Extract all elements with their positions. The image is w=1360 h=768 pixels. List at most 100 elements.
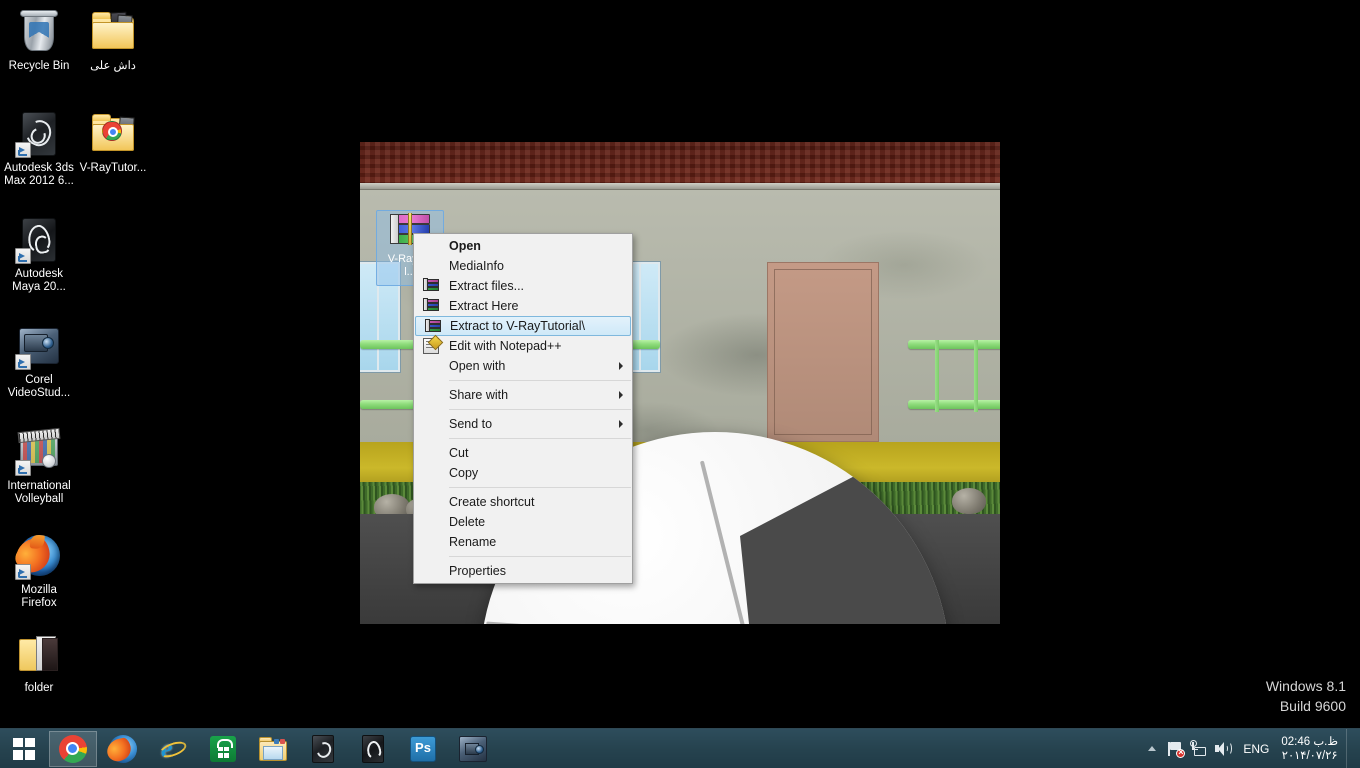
start-button[interactable] [0,729,48,768]
desktop-icon-dash-ali[interactable]: داش على [76,8,150,73]
menu-separator [449,487,631,488]
menu-item-properties[interactable]: Properties [414,561,632,581]
context-menu[interactable]: Open MediaInfo Extract files... Extract Her… [413,233,633,584]
chrome-icon [58,734,88,764]
language-indicator[interactable]: ENG [1235,742,1277,756]
shortcut-arrow-icon [15,564,31,580]
winrar-icon [425,319,442,335]
menu-item-delete[interactable]: Delete [414,512,632,532]
menu-item-copy[interactable]: Copy [414,463,632,483]
corel-icon [458,734,488,764]
taskbar-button-internet-explorer[interactable]: e [149,731,197,767]
menu-item-open-with[interactable]: Open with [414,356,632,376]
desktop-icon-label: Corel VideoStud... [7,374,71,399]
desktop-icon-international-volleyball[interactable]: International Volleyball [2,427,76,506]
taskbar-button-corel-videostudio[interactable] [449,731,497,767]
desktop-icon-recycle-bin[interactable]: Recycle Bin [2,8,76,73]
volume-icon[interactable] [1211,729,1235,768]
menu-item-extract-files[interactable]: Extract files... [414,276,632,296]
desktop-screen[interactable]: Recycle Bin داش على Autodesk 3ds Max 201… [0,0,1360,768]
menu-item-cut[interactable]: Cut [414,443,632,463]
taskbar-button-file-explorer[interactable] [249,731,297,767]
action-center-flag-icon[interactable] [1163,729,1187,768]
winrar-icon [423,298,440,314]
desktop-icon-label: Autodesk Maya 20... [12,268,66,293]
network-icon[interactable] [1187,729,1211,768]
desktop-icon-corel-videostudio[interactable]: Corel VideoStud... [2,322,76,400]
desktop-icon-3ds-max[interactable]: Autodesk 3ds Max 2012 6... [2,110,76,188]
menu-item-label: Delete [449,515,486,529]
menu-item-label: Extract Here [449,299,519,313]
render-rail-post [935,340,939,412]
taskbar-clock[interactable]: 02:46 ظ.ب ۲۰۱۴/۰۷/۲۶ [1277,735,1346,763]
menu-item-rename[interactable]: Rename [414,532,632,552]
show-hidden-icons-chevron-icon[interactable] [1141,729,1163,768]
desktop-icon-maya[interactable]: Autodesk Maya 20... [2,216,76,294]
menu-separator [449,380,631,381]
shortcut-arrow-icon [15,460,31,476]
menu-item-extract-here[interactable]: Extract Here [414,296,632,316]
menu-item-label: Copy [449,466,479,480]
clock-date: ۲۰۱۴/۰۷/۲۶ [1281,749,1338,762]
firefox-icon [104,734,137,763]
submenu-arrow-icon [619,391,623,399]
watermark-line-1: Windows 8.1 [1265,678,1346,694]
firefox-icon [11,532,63,580]
store-icon [208,734,238,764]
shortcut-arrow-icon [15,248,31,264]
taskbar-button-store[interactable] [199,731,247,767]
taskbar[interactable]: e Ps × ENG 02:46 ظ.ب ۲۰۱۴/۰۷/۲۶ [0,728,1360,768]
menu-item-label: Edit with Notepad++ [449,339,562,353]
menu-item-create-shortcut[interactable]: Create shortcut [414,492,632,512]
render-rock [952,488,986,514]
desktop-icon-vray-tutorial[interactable]: V-RayTutor... [76,110,150,175]
render-rail-post [974,340,978,412]
show-desktop-button[interactable] [1346,728,1354,768]
taskbar-button-maya[interactable] [349,731,397,767]
3ds-max-icon [308,734,338,764]
menu-item-label: Open [449,239,481,253]
menu-item-label: Open with [449,359,506,373]
desktop-icon-folder[interactable]: folder [2,630,76,695]
menu-item-label: Extract files... [449,279,525,293]
menu-item-extract-to-v-raytutorial[interactable]: Extract to V-RayTutorial\ [415,316,631,336]
menu-separator [449,556,631,557]
menu-item-label: MediaInfo [449,259,504,273]
volleyball-icon [15,427,63,476]
recycle-bin-icon [15,8,63,56]
menu-item-label: Create shortcut [449,495,535,509]
render-roof-edge [360,183,1000,190]
menu-item-label: Properties [449,564,506,578]
submenu-arrow-icon [619,362,623,370]
render-railing [908,400,1000,409]
desktop-icon-label: V-RayTutor... [79,162,147,174]
taskbar-button-chrome[interactable] [49,730,97,767]
corel-icon [15,322,63,370]
3ds-max-icon [15,110,63,158]
maya-icon [358,734,388,764]
winrar-icon [423,278,440,294]
menu-item-mediainfo[interactable]: MediaInfo [414,256,632,276]
menu-item-label: Share with [449,388,509,402]
folder-chrome-icon [89,110,137,158]
menu-item-edit-with-notepad[interactable]: Edit with Notepad++ [414,336,632,356]
desktop-icon-label: Mozilla Firefox [21,584,57,609]
menu-item-label: Rename [449,535,497,549]
ie-icon: e [157,734,189,764]
menu-item-send-to[interactable]: Send to [414,414,632,434]
open-folder-icon [15,630,63,678]
desktop-icon-label: International Volleyball [7,480,71,505]
taskbar-button-photoshop[interactable] [399,731,447,767]
menu-item-share-with[interactable]: Share with [414,385,632,405]
desktop-icon-label: Recycle Bin [8,60,70,72]
system-tray[interactable]: ENG 02:46 ظ.ب ۲۰۱۴/۰۷/۲۶ [1141,728,1360,768]
taskbar-button-firefox[interactable] [99,731,147,767]
menu-item-label: Extract to V-RayTutorial\ [450,319,585,333]
menu-separator [449,409,631,410]
render-door [767,262,879,442]
menu-item-open[interactable]: Open [414,236,632,256]
desktop-icon-mozilla-firefox[interactable]: Mozilla Firefox [2,532,76,610]
menu-item-label: Send to [449,417,493,431]
taskbar-button-3ds-max[interactable] [299,731,347,767]
render-railing [908,340,1000,349]
